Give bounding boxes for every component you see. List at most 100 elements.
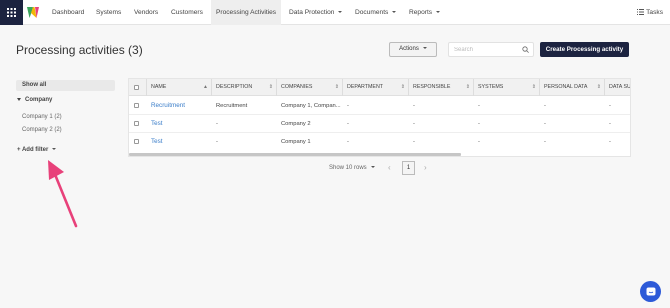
- row-department: -: [347, 103, 349, 109]
- column-header-companies[interactable]: COMPANIES ⇕: [277, 79, 343, 96]
- apps-grid-button[interactable]: [0, 0, 23, 25]
- rows-per-page-select[interactable]: Show 10 rows: [329, 161, 375, 175]
- row-personal-data: -: [544, 103, 546, 109]
- column-header-responsible[interactable]: RESPONSIBLE ⇕: [409, 79, 474, 96]
- sort-icon: ⇕: [531, 84, 536, 90]
- filter-option-company-1[interactable]: Company 1 (2): [22, 114, 62, 120]
- chat-launcher-button[interactable]: [640, 281, 661, 302]
- column-header-personal-data[interactable]: PERSONAL DATA ⇕: [540, 79, 605, 96]
- column-header-label: COMPANIES: [281, 84, 313, 90]
- row-checkbox[interactable]: [134, 103, 139, 108]
- sort-icon: ⇕: [334, 84, 339, 90]
- add-filter-button[interactable]: + Add filter: [17, 147, 57, 153]
- chevron-down-icon: [392, 11, 397, 14]
- tasks-label: Tasks: [646, 9, 663, 16]
- nav-systems[interactable]: Systems: [96, 0, 121, 25]
- row-description: Recruitment: [216, 103, 248, 109]
- row-name-link[interactable]: Recruitment: [151, 97, 211, 115]
- table-header-row: NAME ▲ DESCRIPTION ⇕ COMPANIES ⇕ DEPARTMENT…: [129, 79, 631, 96]
- search-field[interactable]: [448, 42, 534, 57]
- row-responsible: -: [413, 103, 415, 109]
- page-title: Processing activities (3): [16, 43, 143, 57]
- nav-customers-label: Customers: [171, 9, 203, 16]
- row-companies: Company 1: [281, 139, 311, 145]
- horizontal-scrollbar[interactable]: [129, 153, 461, 156]
- chevron-down-icon: [338, 11, 343, 14]
- row-systems: -: [478, 103, 480, 109]
- row-checkbox[interactable]: [134, 139, 139, 144]
- nav-dashboard[interactable]: Dashboard: [52, 0, 84, 25]
- nav-processing-activities[interactable]: Processing Activities: [211, 0, 282, 25]
- row-personal-data: -: [544, 121, 546, 127]
- row-data-subjects: -: [609, 121, 611, 127]
- row-data-subjects: -: [609, 103, 611, 109]
- sort-icon: ⇕: [596, 84, 601, 90]
- filter-group-company[interactable]: Company: [17, 97, 52, 103]
- apps-grid-icon: [7, 8, 16, 17]
- nav-processing-activities-label: Processing Activities: [216, 9, 277, 16]
- column-header-label: DEPARTMENT: [347, 84, 384, 90]
- previous-page-button[interactable]: ‹: [388, 161, 391, 175]
- column-header-label: NAME: [151, 84, 167, 90]
- filter-option-company-2[interactable]: Company 2 (2): [22, 127, 62, 133]
- sort-up-icon: ▲: [203, 84, 208, 90]
- actions-button[interactable]: Actions: [389, 42, 437, 57]
- row-description: -: [216, 121, 218, 127]
- logo-icon[interactable]: [26, 5, 40, 20]
- tasks-button[interactable]: Tasks: [637, 0, 663, 25]
- column-header-description[interactable]: DESCRIPTION ⇕: [212, 79, 277, 96]
- row-description: -: [216, 139, 218, 145]
- column-header-label: DESCRIPTION: [216, 84, 253, 90]
- chevron-down-icon: [52, 148, 57, 151]
- actions-label: Actions: [399, 46, 419, 52]
- table-row[interactable]: Recruitment Recruitment Company 1, Compa…: [129, 97, 630, 115]
- nav-documents-label: Documents: [355, 9, 389, 16]
- chevron-down-icon: [436, 11, 441, 14]
- row-checkbox[interactable]: [134, 121, 139, 126]
- triangle-down-icon: [17, 97, 21, 101]
- row-responsible: -: [413, 139, 415, 145]
- sort-icon: ⇕: [268, 84, 273, 90]
- nav-vendors[interactable]: Vendors: [134, 0, 158, 25]
- chevron-down-icon: [370, 166, 375, 169]
- column-header-data-subjects[interactable]: DATA SU: [605, 79, 631, 96]
- nav-customers[interactable]: Customers: [171, 0, 203, 25]
- processing-activities-table: NAME ▲ DESCRIPTION ⇕ COMPANIES ⇕ DEPARTMENT…: [128, 78, 631, 157]
- nav-documents[interactable]: Documents: [355, 0, 397, 25]
- tasks-list-icon: [637, 9, 645, 16]
- annotation-arrow: [48, 160, 78, 228]
- nav-reports[interactable]: Reports: [409, 0, 441, 25]
- row-name-link[interactable]: Test: [151, 133, 211, 151]
- row-name-link[interactable]: Test: [151, 115, 211, 133]
- column-header-department[interactable]: DEPARTMENT ⇕: [343, 79, 409, 96]
- search-icon[interactable]: [522, 46, 529, 53]
- next-page-button[interactable]: ›: [424, 161, 427, 175]
- row-companies: Company 1, Compan...: [281, 103, 341, 109]
- filter-group-label: Company: [25, 97, 53, 103]
- sort-icon: ⇕: [400, 84, 405, 90]
- nav-data-protection[interactable]: Data Protection: [289, 0, 343, 25]
- row-systems: -: [478, 139, 480, 145]
- column-header-label: RESPONSIBLE: [413, 84, 451, 90]
- column-header-label: DATA SU: [609, 84, 631, 90]
- top-navigation-bar: Dashboard Systems Vendors Customers Proc…: [0, 0, 670, 25]
- nav-dashboard-label: Dashboard: [52, 9, 85, 16]
- search-input[interactable]: [449, 43, 521, 56]
- create-processing-activity-button[interactable]: Create Processing activity: [540, 42, 629, 57]
- nav-vendors-label: Vendors: [134, 9, 159, 16]
- table-row[interactable]: Test - Company 1 - - - - -: [129, 133, 630, 151]
- add-filter-label: + Add filter: [17, 147, 49, 153]
- row-systems: -: [478, 121, 480, 127]
- column-header-name[interactable]: NAME ▲: [147, 79, 212, 96]
- filter-show-all[interactable]: Show all: [16, 80, 115, 91]
- nav-reports-label: Reports: [409, 9, 433, 16]
- sort-icon: ⇕: [465, 84, 470, 90]
- select-all-checkbox[interactable]: [134, 85, 139, 90]
- column-header-systems[interactable]: SYSTEMS ⇕: [474, 79, 540, 96]
- rows-per-page-label: Show 10 rows: [329, 165, 367, 171]
- row-data-subjects: -: [609, 139, 611, 145]
- page-1-button[interactable]: 1: [402, 161, 415, 175]
- table-row[interactable]: Test - Company 2 - - - - -: [129, 115, 630, 133]
- row-personal-data: -: [544, 139, 546, 145]
- row-companies: Company 2: [281, 121, 311, 127]
